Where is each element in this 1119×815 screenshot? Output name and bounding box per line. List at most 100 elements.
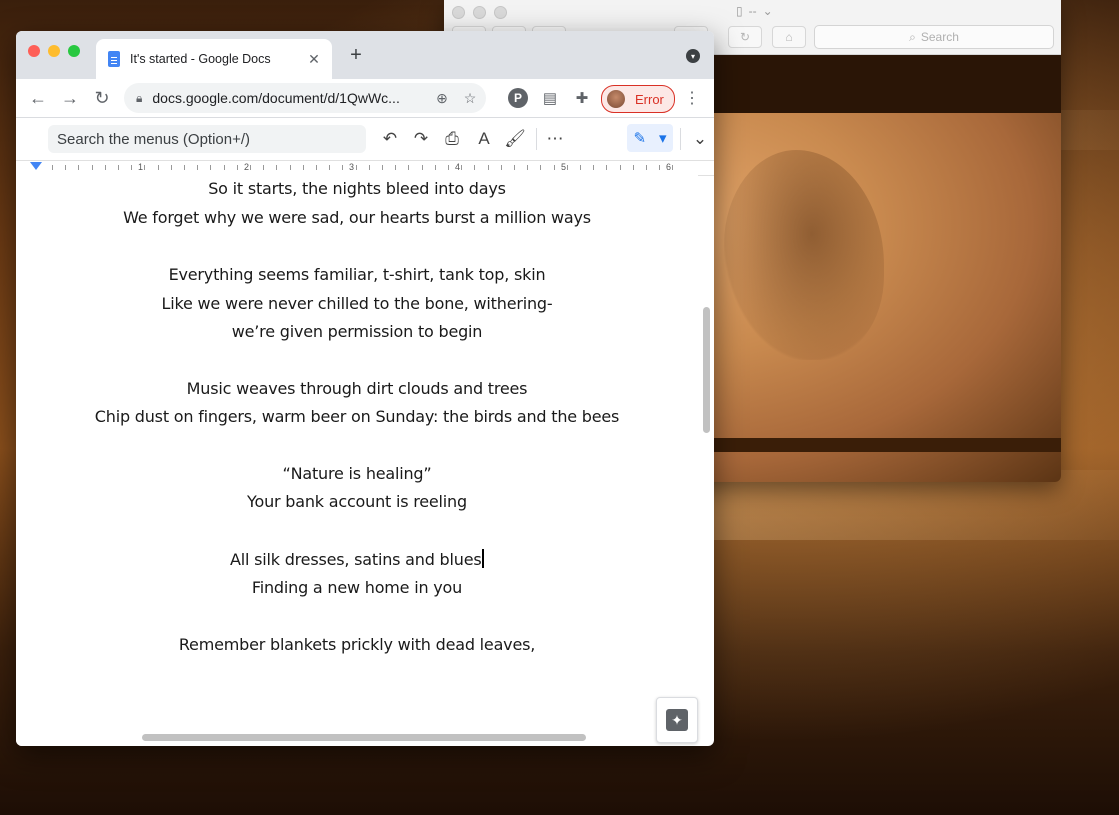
zoom-dot[interactable] [494,6,507,19]
ruler-tick [342,165,344,170]
indent-marker[interactable] [30,162,42,170]
document-page[interactable]: So it starts, the nights bleed into days… [16,175,698,746]
tab-search-button[interactable]: ▾ [686,49,700,63]
poem-line[interactable]: “Nature is healing” [16,464,698,483]
minimize-dot[interactable] [473,6,486,19]
ruler-tick [566,165,568,170]
ruler-tick [78,165,80,170]
poem-line[interactable]: Your bank account is reeling [16,492,698,511]
lock-icon[interactable]: 🔒︎ [136,91,142,106]
ruler-tick [672,165,674,170]
ruler-tick [527,165,529,170]
ruler-tick [606,165,608,170]
poem-line[interactable]: we’re given permission to begin [16,322,698,341]
poem-line-with-cursor[interactable]: All silk dresses, satins and blues [16,549,698,569]
ruler-tick [276,165,278,170]
poem-line[interactable]: Remember blankets prickly with dead leav… [16,635,698,654]
horizontal-scrollbar[interactable] [142,734,586,741]
toolbar-divider [680,128,681,150]
ruler-tick [632,165,634,170]
minimize-window-button[interactable] [48,45,60,57]
chevron-down-icon: ▾ [658,130,667,147]
ruler-tick [131,165,133,170]
ruler-number: 3 [349,162,355,172]
ruler-tick [65,165,67,170]
address-bar[interactable]: 🔒︎ docs.google.com/document/d/1QwWc... ⊕… [124,83,486,113]
tab-google-docs[interactable]: It's started - Google Docs ✕ [96,39,332,79]
ruler-tick [593,165,595,170]
extension-reader-icon[interactable]: ▤ [540,88,560,108]
poem-line[interactable]: We forget why we were sad, our hearts bu… [16,208,698,227]
redo-icon[interactable]: ↷ [409,128,433,150]
background-search-field[interactable]: ⌕ Search [814,25,1054,49]
back-button[interactable]: ← [24,84,52,112]
print-icon[interactable]: ⎙ [440,128,464,150]
ruler-tick [461,165,463,170]
background-search-placeholder: Search [920,30,959,44]
browser-window[interactable]: It's started - Google Docs ✕ + ▾ ← → ↻ 🔒… [16,31,714,746]
profile-button[interactable]: Error [601,85,675,113]
hide-menus-chevron-icon[interactable]: ⌄ [688,128,712,150]
ruler-tick [434,165,436,170]
ruler-tick [250,165,251,170]
ruler-tick [514,165,515,170]
vertical-scrollbar[interactable] [703,307,710,433]
ruler-tick [395,165,397,170]
more-icon[interactable]: ⋯ [543,128,567,150]
rotate-button[interactable]: ↻ [728,26,762,48]
ruler-tick [368,165,370,170]
undo-icon[interactable]: ↶ [378,128,402,150]
ruler-tick [91,165,93,170]
ruler-tick [52,165,53,170]
new-tab-button[interactable]: + [346,45,366,65]
poem-line[interactable]: Like we were never chilled to the bone, … [16,294,698,313]
zoom-icon[interactable]: ⊕ [430,86,454,110]
poem-line[interactable]: Finding a new home in you [16,578,698,597]
maximize-window-button[interactable] [68,45,80,57]
avatar [607,90,625,108]
ruler[interactable]: 1 2 3 4 5 6 [16,161,714,176]
reload-button[interactable]: ↻ [88,84,116,112]
toolbox-button[interactable]: ⌂ [772,26,806,48]
ruler-tick [157,165,159,170]
menu-search-input[interactable]: Search the menus (Option+/) [48,125,366,153]
toolbar-divider [536,128,537,150]
profile-status: Error [635,91,664,107]
ruler-number: 2 [244,162,250,172]
close-window-button[interactable] [28,45,40,57]
poem-line-text[interactable]: All silk dresses, satins and blues [230,550,482,569]
puzzle-icon[interactable]: ✚ [572,88,592,108]
poem-line[interactable]: Everything seems familiar, t-shirt, tank… [16,265,698,284]
chrome-menu-icon[interactable]: ⋮ [682,88,702,108]
forward-button[interactable]: → [56,84,84,112]
editing-mode-button[interactable]: ✎ ▾ [627,124,673,152]
paint-format-icon[interactable]: 🖌︎ [503,128,527,150]
explore-button[interactable]: ✦ [656,697,698,743]
ruler-tick [223,165,225,170]
poem-line[interactable]: Music weaves through dirt clouds and tre… [16,379,698,398]
star-icon[interactable]: ☆ [458,86,482,110]
ruler-tick [316,165,317,170]
ruler-number: 4 [455,162,461,172]
poem-line[interactable]: Chip dust on fingers, warm beer on Sunda… [16,407,698,426]
background-window-controls [452,6,507,19]
url-text[interactable]: docs.google.com/document/d/1QwWc... [152,90,430,106]
spellcheck-icon[interactable]: A [472,128,496,150]
ruler-tick [408,165,410,170]
ruler-number: 6 [666,162,672,172]
close-dot[interactable] [452,6,465,19]
ruler-tick [619,165,621,170]
ruler-tick [302,165,304,170]
ruler-tick [170,165,172,170]
poem-line[interactable]: So it starts, the nights bleed into days [16,179,698,198]
ruler-tick [659,165,661,170]
close-tab-button[interactable]: ✕ [306,51,322,67]
address-bar-row: ← → ↻ 🔒︎ docs.google.com/document/d/1QwW… [16,79,714,118]
ruler-tick [553,165,555,170]
ruler-tick [104,165,106,170]
ruler-tick [263,165,265,170]
ruler-tick [329,165,331,170]
pinterest-icon[interactable]: P [508,88,528,108]
menu-search-placeholder: Search the menus (Option+/) [57,130,251,148]
background-window-title: ▯ -- ⌄ [736,4,773,18]
